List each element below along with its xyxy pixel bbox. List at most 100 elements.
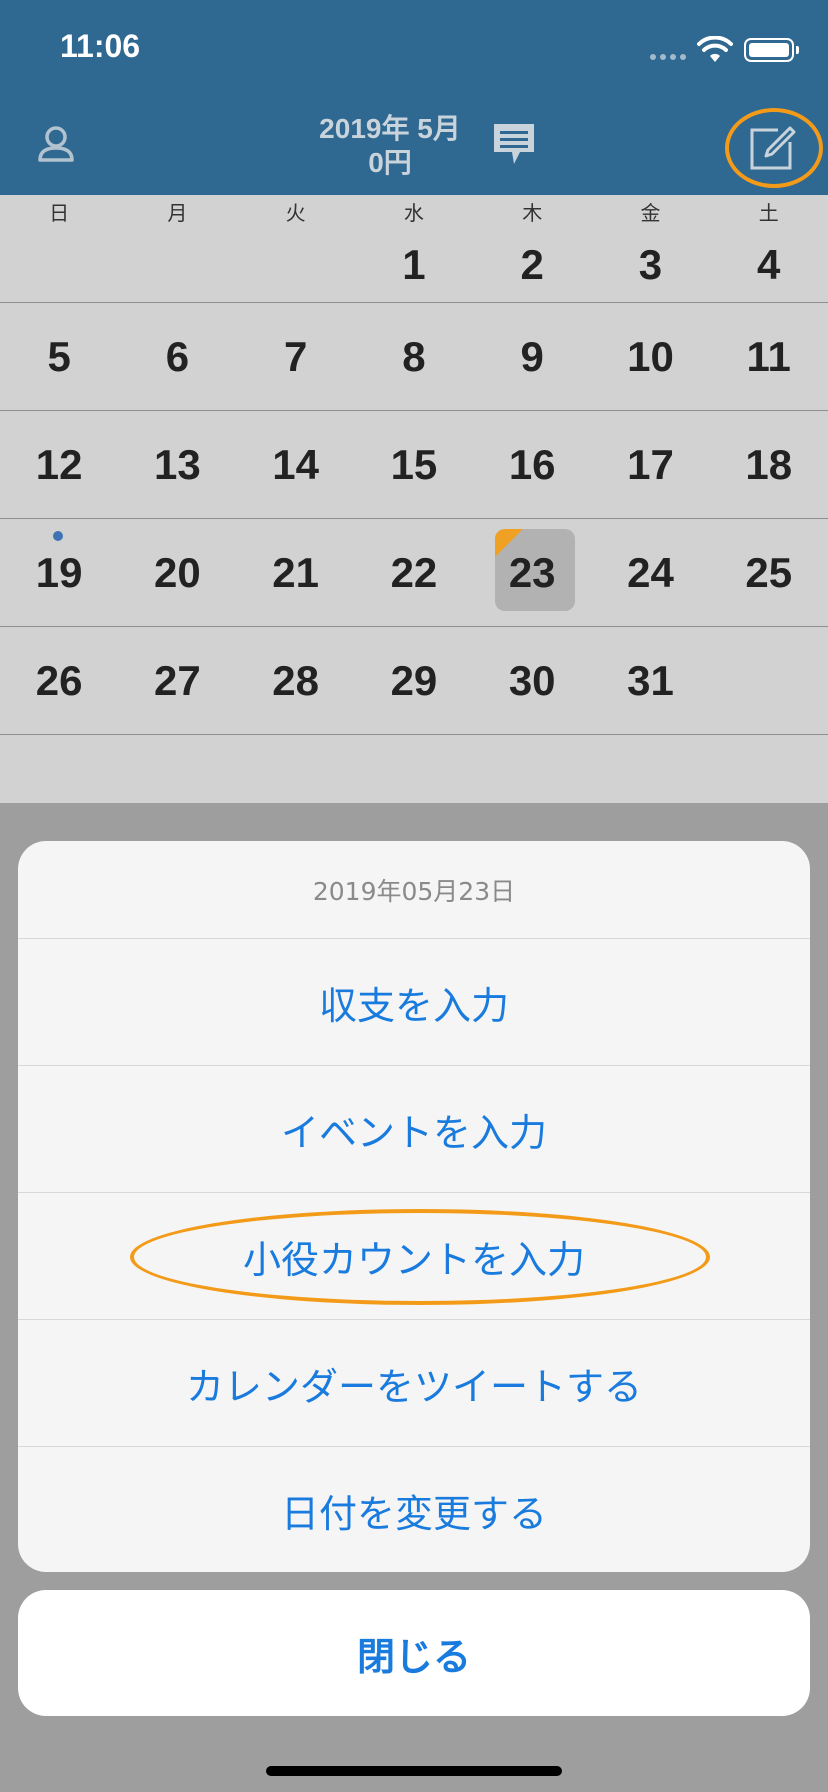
calendar-day-number: 2: [520, 240, 544, 288]
calendar-day[interactable]: 16: [473, 411, 591, 518]
calendar-day[interactable]: 24: [591, 519, 709, 626]
calendar-day-number: 3: [638, 240, 663, 288]
action-sheet-title: 2019年05月23日: [18, 841, 810, 939]
action-label: イベントを入力: [280, 1110, 547, 1155]
calendar-day[interactable]: 7: [237, 303, 355, 410]
calendar-day[interactable]: 28: [237, 627, 355, 734]
calendar-day[interactable]: 18: [710, 411, 828, 518]
calendar-day[interactable]: 6: [118, 303, 236, 410]
nav-year-month: 2019年 5月: [319, 113, 461, 144]
calendar-week-row: 12 13 14 15 16 17 18: [0, 411, 828, 519]
weekday-label: 日: [49, 200, 70, 225]
status-time: 11:06: [60, 28, 141, 64]
calendar-day[interactable]: 29: [355, 627, 473, 734]
calendar-day[interactable]: 12: [0, 411, 118, 518]
nav-title: 2019年 5月 0円: [300, 112, 480, 180]
calendar-day[interactable]: 3: [591, 227, 709, 302]
action-sheet: 2019年05月23日 収支を入力 イベントを入力 小役カウントを入力 カレンダ…: [18, 841, 810, 1572]
calendar-empty-cell: [118, 227, 236, 302]
calendar-day-number: 29: [390, 656, 438, 704]
calendar-day-number: 22: [390, 548, 438, 596]
calendar-day[interactable]: 8: [355, 303, 473, 410]
calendar-day[interactable]: 2: [473, 227, 591, 302]
action-change-date[interactable]: 日付を変更する: [18, 1447, 810, 1572]
calendar-day[interactable]: 30: [473, 627, 591, 734]
calendar-day-number: 1: [402, 240, 426, 288]
signal-icon: [650, 54, 686, 60]
calendar-day-number: 28: [272, 656, 320, 704]
calendar-day-number: 25: [745, 548, 793, 596]
status-bar: 11:06: [0, 0, 828, 100]
calendar-day[interactable]: 27: [118, 627, 236, 734]
action-tweet-calendar[interactable]: カレンダーをツイートする: [18, 1320, 810, 1447]
event-dot: [53, 531, 63, 541]
home-indicator: [266, 1766, 562, 1776]
calendar-week-row: 19 20 21 22 23 24 25: [0, 519, 828, 627]
calendar-day-number: 12: [35, 440, 83, 488]
calendar-day-number: 13: [154, 440, 201, 488]
weekday-label: 木: [522, 200, 543, 225]
calendar-day[interactable]: 19: [0, 519, 118, 626]
calendar-day[interactable]: 11: [710, 303, 828, 410]
calendar-day-number: 27: [154, 656, 201, 704]
action-label: カレンダーをツイートする: [185, 1364, 642, 1409]
calendar-week-row: 5 6 7 8 9 10 11: [0, 303, 828, 411]
calendar-grid: 日 月 火 水 木 金 土 1 2 3 4 5 6 7 8 9 10 11 12 13 14 15 16 17 1…: [0, 195, 828, 803]
calendar-empty-cell: [0, 227, 118, 302]
edit-highlight-circle: [725, 108, 823, 188]
calendar-day-number: 21: [272, 548, 320, 596]
calendar-day[interactable]: 9: [473, 303, 591, 410]
calendar-day-number: 30: [508, 656, 556, 704]
close-button[interactable]: 閉じる: [18, 1590, 810, 1716]
calendar-day-number: 6: [165, 332, 190, 380]
calendar-week-row: 26 27 28 29 30 31: [0, 627, 828, 735]
calendar-empty-cell: [237, 227, 355, 302]
calendar-day-number: 18: [745, 440, 793, 488]
calendar-day-number: 8: [402, 332, 426, 380]
battery-icon: [744, 38, 799, 62]
calendar-week-row: 1 2 3 4: [0, 227, 828, 303]
calendar-day[interactable]: 5: [0, 303, 118, 410]
weekday-label: 土: [758, 200, 779, 225]
calendar-day[interactable]: 1: [355, 227, 473, 302]
calendar-empty-cell: [710, 627, 828, 734]
action-enter-income-expense[interactable]: 収支を入力: [18, 939, 810, 1066]
calendar-day-number: 4: [757, 240, 781, 288]
calendar-day-number: 7: [283, 332, 308, 380]
comment-icon[interactable]: [492, 122, 536, 168]
nav-amount: 0円: [368, 147, 412, 178]
action-label: 日付を変更する: [280, 1491, 547, 1536]
calendar-day-number: 19: [35, 548, 83, 596]
calendar-day-number: 20: [154, 548, 201, 596]
calendar-day[interactable]: 25: [710, 519, 828, 626]
calendar-day-number: 9: [520, 332, 544, 380]
calendar-day[interactable]: 14: [237, 411, 355, 518]
calendar-day-number: 17: [627, 440, 674, 488]
calendar-day[interactable]: 15: [355, 411, 473, 518]
weekday-label: 火: [285, 200, 306, 225]
calendar-day[interactable]: 23: [473, 519, 591, 626]
calendar-day-number: 23: [508, 548, 556, 596]
weekday-header: 日 月 火 水 木 金 土: [0, 195, 828, 227]
calendar-day-number: 14: [272, 440, 320, 488]
calendar-day[interactable]: 17: [591, 411, 709, 518]
calendar-day-number: 26: [35, 656, 83, 704]
role-count-highlight-ellipse: [130, 1209, 710, 1305]
calendar-day[interactable]: 10: [591, 303, 709, 410]
calendar-day[interactable]: 20: [118, 519, 236, 626]
profile-icon[interactable]: [36, 124, 76, 164]
calendar-day[interactable]: 22: [355, 519, 473, 626]
weekday-label: 水: [403, 200, 424, 225]
weekday-label: 金: [640, 200, 661, 225]
calendar-day[interactable]: 4: [710, 227, 828, 302]
calendar-day-number: 24: [627, 548, 674, 596]
calendar-day[interactable]: 21: [237, 519, 355, 626]
weekday-label: 月: [167, 200, 188, 225]
action-enter-role-count[interactable]: 小役カウントを入力: [18, 1193, 810, 1320]
action-enter-event[interactable]: イベントを入力: [18, 1066, 810, 1193]
calendar-day[interactable]: 13: [118, 411, 236, 518]
calendar-day[interactable]: 31: [591, 627, 709, 734]
calendar-day-number: 15: [390, 440, 438, 488]
wifi-icon: [697, 36, 733, 62]
calendar-day[interactable]: 26: [0, 627, 118, 734]
